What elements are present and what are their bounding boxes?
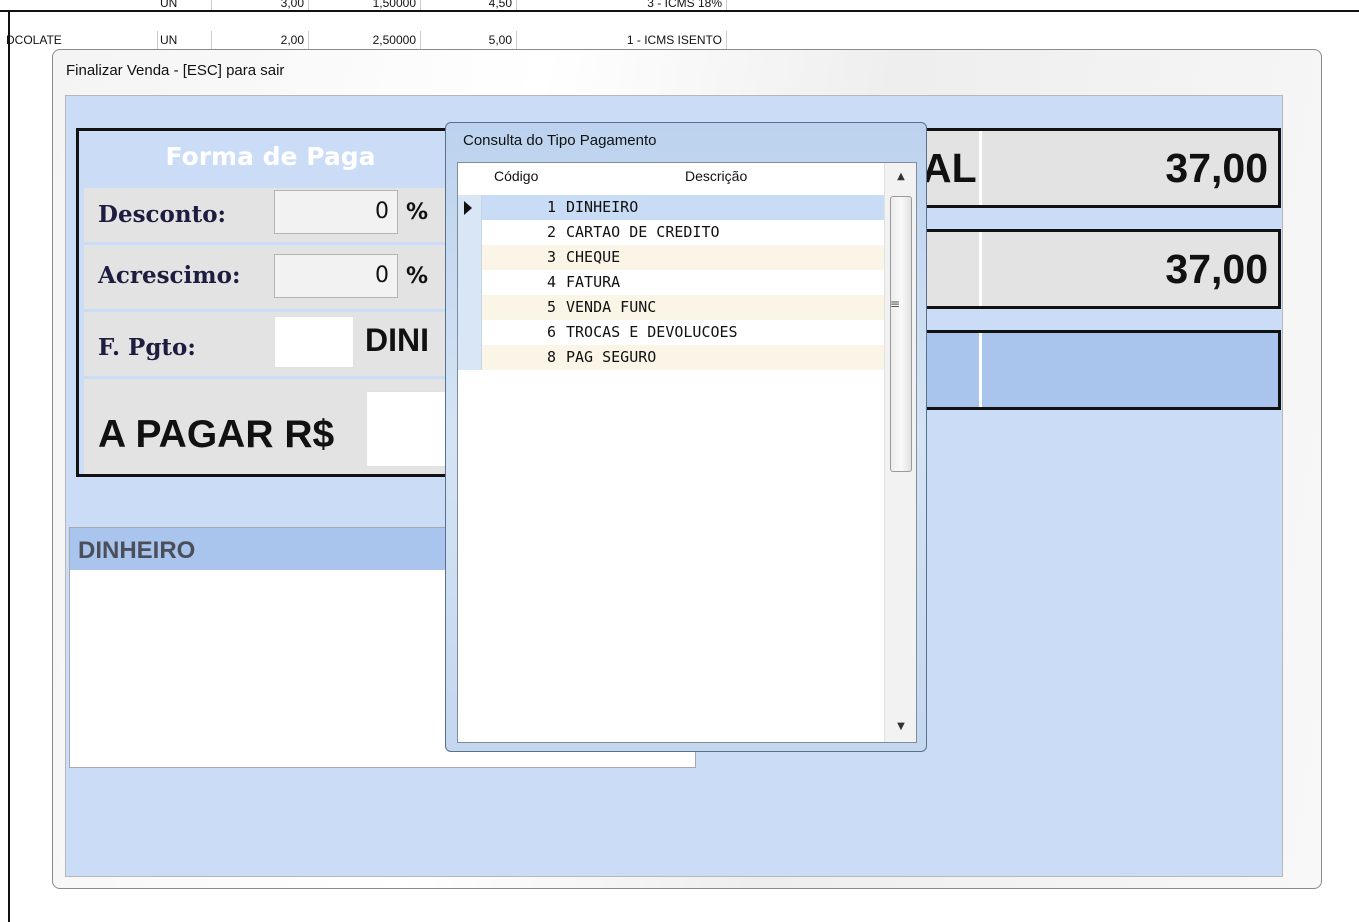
fpgto-row: F. Pgto: DINI — [84, 312, 464, 376]
scrollbar-thumb[interactable] — [890, 196, 912, 472]
row-code: 3 — [546, 248, 556, 266]
total-value: 37,00 — [1165, 145, 1268, 191]
desconto-percent: % — [406, 200, 429, 225]
list-item[interactable]: 5 VENDA FUNC — [458, 295, 884, 320]
subtotal-box: 37,00 — [881, 229, 1281, 309]
row-code: 6 — [546, 323, 556, 341]
grid-cell-product: DCOLATE — [6, 31, 158, 49]
dialog-title: Consulta do Tipo Pagamento — [463, 132, 657, 149]
column-header-code[interactable]: Código — [494, 168, 538, 184]
divider — [8, 12, 10, 922]
divider — [979, 131, 982, 205]
list-item[interactable]: 4 FATURA — [458, 270, 884, 295]
divider — [0, 10, 1359, 12]
grid-cell-tax: 1 - ICMS ISENTO — [517, 31, 727, 49]
row-code: 8 — [546, 348, 556, 366]
payment-type-lookup-dialog: Consulta do Tipo Pagamento Código Descri… — [445, 122, 927, 752]
row-code: 1 — [546, 198, 556, 216]
payment-panel: Forma de Paga Desconto: 0 % Acrescimo: 0… — [76, 128, 466, 477]
row-code: 4 — [546, 273, 556, 291]
apagar-label: A PAGAR R$ — [98, 413, 335, 456]
list-item[interactable]: 6 TROCAS E DEVOLUCOES — [458, 320, 884, 345]
list-item[interactable]: 8 PAG SEGURO — [458, 345, 884, 370]
scroll-down-icon[interactable]: ▼ — [892, 718, 910, 736]
scroll-grip-icon: ≡ — [890, 297, 901, 311]
divider — [979, 333, 982, 407]
grid-header: Código Descrição — [458, 163, 884, 187]
row-description: CHEQUE — [566, 248, 621, 266]
row-indicator — [458, 220, 482, 245]
desconto-label: Desconto: — [98, 201, 227, 228]
grid-cell-total: 5,00 — [421, 31, 517, 49]
change-box — [881, 330, 1281, 410]
row-description: PAG SEGURO — [566, 348, 657, 366]
row-indicator — [458, 195, 482, 220]
acrescimo-row: Acrescimo: 0 % — [84, 245, 464, 309]
row-indicator — [458, 245, 482, 270]
row-description: VENDA FUNC — [566, 298, 657, 316]
grid-cell-price: 2,50000 — [309, 31, 421, 49]
divider — [979, 232, 982, 306]
total-box: AL 37,00 — [881, 128, 1281, 208]
row-indicator — [458, 270, 482, 295]
grid-cell-qty: 2,00 — [212, 31, 309, 49]
list-item[interactable]: 3 CHEQUE — [458, 245, 884, 270]
acrescimo-percent: % — [406, 264, 429, 289]
column-header-description[interactable]: Descrição — [685, 168, 747, 184]
window-title: Finalizar Venda - [ESC] para sair — [66, 62, 285, 79]
row-indicator — [458, 320, 482, 345]
row-indicator — [458, 345, 482, 370]
desconto-row: Desconto: 0 % — [84, 188, 464, 242]
grid-cell-unit: UN — [158, 31, 212, 49]
list-item[interactable]: 2 CARTAO DE CREDITO — [458, 220, 884, 245]
current-row-arrow-icon — [464, 201, 472, 215]
row-description: CARTAO DE CREDITO — [566, 223, 720, 241]
row-description: TROCAS E DEVOLUCOES — [566, 323, 738, 341]
row-code: 5 — [546, 298, 556, 316]
total-label: AL — [922, 145, 977, 191]
fpgto-code-input[interactable] — [274, 316, 354, 368]
row-description: DINHEIRO — [566, 198, 639, 216]
payment-header: Forma de Paga — [165, 142, 376, 171]
subtotal-value: 37,00 — [1165, 246, 1268, 292]
vertical-scrollbar[interactable]: ▲ ≡ ▼ — [884, 163, 916, 742]
fpgto-name: DINI — [365, 322, 429, 358]
scroll-up-icon[interactable]: ▲ — [892, 168, 910, 186]
desconto-input[interactable]: 0 — [274, 190, 398, 234]
apagar-row: A PAGAR R$ — [84, 379, 466, 474]
row-description: FATURA — [566, 273, 621, 291]
payment-type-grid[interactable]: Código Descrição 1 DINHEIRO 2 CARTAO DE … — [457, 162, 917, 743]
acrescimo-input[interactable]: 0 — [274, 254, 398, 298]
fpgto-label: F. Pgto: — [98, 334, 196, 361]
row-code: 2 — [546, 223, 556, 241]
row-indicator — [458, 295, 482, 320]
list-item[interactable]: 1 DINHEIRO — [458, 195, 884, 220]
acrescimo-label: Acrescimo: — [98, 262, 241, 289]
